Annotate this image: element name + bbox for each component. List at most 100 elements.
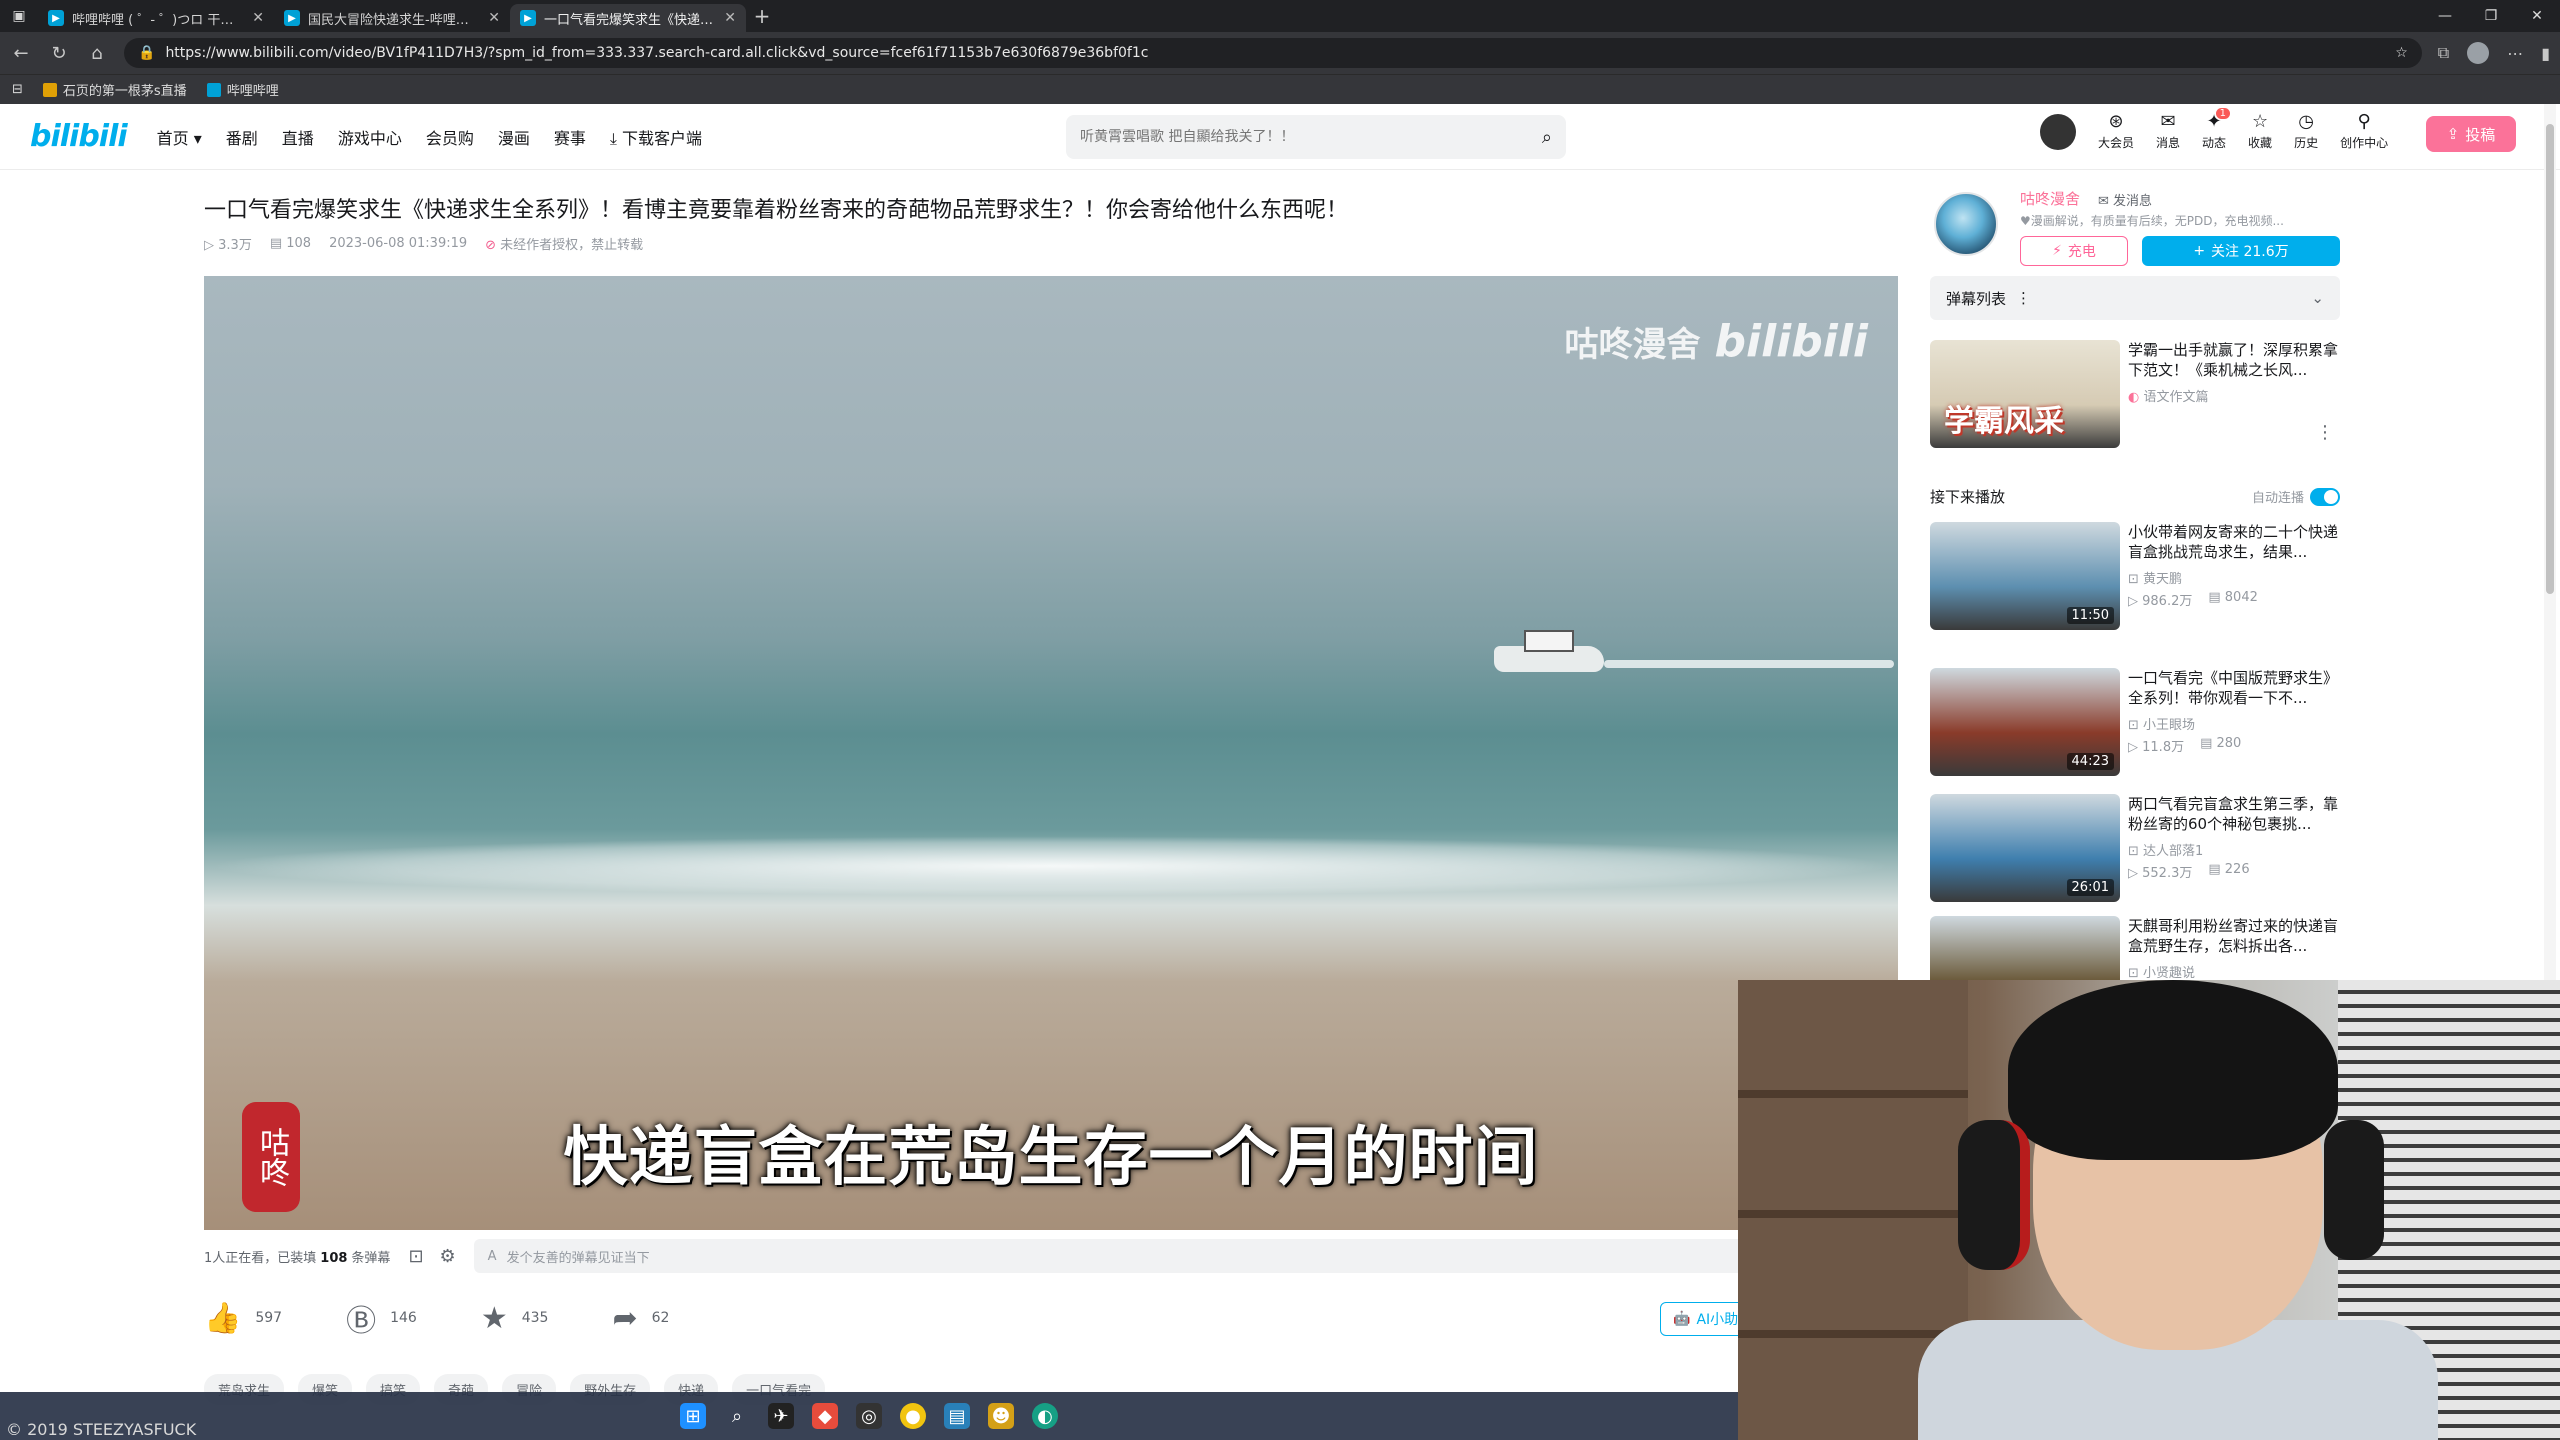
browser-tab-3[interactable]: ▶ 一口气看完爆笑求生《快递求生全系列》 ✕ bbox=[510, 4, 746, 32]
play-count-icon: ▷ bbox=[2128, 866, 2143, 881]
header-item-label: 动态 bbox=[2202, 136, 2227, 150]
extensions-icon[interactable]: ⧉ bbox=[2438, 43, 2449, 63]
close-tab-icon[interactable]: ✕ bbox=[724, 10, 736, 26]
more-menu-icon[interactable]: ⋯ bbox=[2507, 44, 2523, 63]
reload-icon[interactable]: ↻ bbox=[48, 43, 70, 64]
bilibili-logo[interactable]: bilibili bbox=[30, 119, 128, 154]
danmaku-loaded-count: 108 bbox=[320, 1250, 348, 1266]
ad-card[interactable]: 学霸风采 学霸一出手就赢了！深厚积累拿下范文！《乘机械之长风... ◐ 语文作文… bbox=[1930, 340, 2340, 448]
send-message-label: 发消息 bbox=[2113, 194, 2153, 209]
watermark-logo: bilibili bbox=[1714, 316, 1868, 367]
video-uploader[interactable]: ⊡ 达人部落1 bbox=[2128, 840, 2203, 859]
ad-title[interactable]: 学霸一出手就赢了！深厚积累拿下范文！《乘机械之长风... bbox=[2128, 340, 2338, 380]
tab-search-icon[interactable]: ⊟ bbox=[12, 82, 23, 97]
uploader-name[interactable]: 咕咚漫舍 bbox=[2020, 188, 2080, 209]
video-title[interactable]: 天麒哥利用粉丝寄过来的快递盲盒荒野生存，怎料拆出各... bbox=[2128, 916, 2338, 956]
more-vertical-icon[interactable]: ⋮ bbox=[2016, 289, 2031, 307]
video-uploader[interactable]: ⊡ 小王眼场 bbox=[2128, 714, 2195, 733]
bookmark-item[interactable]: 哔哩哔哩 bbox=[206, 80, 279, 99]
nav-game-center[interactable]: 游戏中心 bbox=[338, 125, 402, 149]
app-icon[interactable]: ◎ bbox=[856, 1403, 882, 1429]
browser-tab-2[interactable]: ▶ 国民大冒险快递求生-哔哩哔哩_bilibili ✕ bbox=[274, 4, 510, 32]
video-uploader[interactable]: ⊡ 黄天鹏 bbox=[2128, 568, 2182, 587]
bookmark-item[interactable]: 石页的第一根茅s直播 bbox=[42, 80, 187, 99]
nav-manga[interactable]: 漫画 bbox=[498, 125, 530, 149]
chrome-icon[interactable]: ● bbox=[900, 1403, 926, 1429]
header-item-label: 收藏 bbox=[2248, 136, 2273, 150]
more-vertical-icon[interactable]: ⋮ bbox=[2316, 422, 2334, 443]
danmaku-toggle-icon[interactable]: ⊡ bbox=[408, 1246, 423, 1267]
search-icon[interactable]: ⌕ bbox=[724, 1403, 750, 1429]
main-nav: 首页 ▾ 番剧 直播 游戏中心 会员购 漫画 赛事 ⤓ 下载客户端 bbox=[157, 125, 702, 149]
recommended-video-card[interactable]: 11:50 小伙带着网友寄来的二十个快递盲盒挑战荒岛求生，结果... ⊡ 黄天鹏 ▷ … bbox=[1930, 522, 2340, 630]
text-style-icon[interactable]: A bbox=[488, 1249, 497, 1264]
nav-home[interactable]: 首页 ▾ bbox=[157, 125, 202, 149]
app-icon[interactable]: ☻ bbox=[988, 1403, 1014, 1429]
recommended-video-card[interactable]: 26:01 两口气看完盲盒求生第三季，靠粉丝寄的60个神秘包裹挑... ⊡ 达人部落… bbox=[1930, 794, 2340, 902]
nav-live[interactable]: 直播 bbox=[282, 125, 314, 149]
start-menu-icon[interactable]: ⊞ bbox=[680, 1403, 706, 1429]
autoplay-toggle[interactable] bbox=[2310, 487, 2340, 506]
nav-download-client[interactable]: ⤓ 下载客户端 bbox=[610, 125, 702, 149]
close-window-icon[interactable]: ✕ bbox=[2514, 8, 2560, 24]
scrollbar-thumb[interactable] bbox=[2546, 124, 2554, 594]
app-icon[interactable]: ◆ bbox=[812, 1403, 838, 1429]
header-favorites[interactable]: ☆ 收藏 bbox=[2248, 112, 2272, 151]
header-creator-center[interactable]: ⚲ 创作中心 bbox=[2340, 112, 2388, 151]
up-next-label: 接下来播放 bbox=[1930, 488, 2006, 506]
watching-prefix: 1人正在看，已装填 bbox=[204, 1250, 317, 1266]
header-vip[interactable]: ⊛ 大会员 bbox=[2098, 112, 2134, 151]
charge-button[interactable]: ⚡ 充电 bbox=[2020, 236, 2128, 266]
favorite-button[interactable]: ★ 435 bbox=[481, 1301, 549, 1336]
new-tab-button[interactable]: + bbox=[746, 4, 778, 28]
like-button[interactable]: 👍 597 bbox=[204, 1301, 282, 1336]
header-dynamic[interactable]: 1 ✦ 动态 bbox=[2202, 108, 2231, 151]
danmaku-input-box[interactable]: A 发个友善的弹幕见证当下 bbox=[473, 1239, 1898, 1273]
nav-esports[interactable]: 赛事 bbox=[554, 125, 586, 149]
video-uploader[interactable]: ⊡ 小贤趣说 bbox=[2128, 962, 2195, 981]
recommended-video-card[interactable]: 44:23 一口气看完《中国版荒野求生》全系列！带你观看一下不... ⊡ 小王眼场 ▷… bbox=[1930, 668, 2340, 776]
share-button[interactable]: ➦ 62 bbox=[612, 1301, 669, 1336]
video-thumbnail[interactable]: 44:23 bbox=[1930, 668, 2120, 776]
video-player[interactable]: 咕咚漫舍 bilibili 咕咚 快递盲盒在荒岛生存一个月的时间 bbox=[204, 276, 1898, 1230]
video-title[interactable]: 一口气看完《中国版荒野求生》全系列！带你观看一下不... bbox=[2128, 668, 2338, 708]
send-message-link[interactable]: ✉ 发消息 bbox=[2098, 190, 2152, 209]
video-stats: ▷ 11.8万 ▤ 280 bbox=[2128, 736, 2241, 755]
video-title[interactable]: 两口气看完盲盒求生第三季，靠粉丝寄的60个神秘包裹挑... bbox=[2128, 794, 2338, 834]
user-avatar[interactable] bbox=[2040, 113, 2076, 150]
video-title[interactable]: 小伙带着网友寄来的二十个快递盲盒挑战荒岛求生，结果... bbox=[2128, 522, 2338, 562]
app-icon[interactable]: ✈ bbox=[768, 1403, 794, 1429]
home-icon[interactable]: ⌂ bbox=[86, 43, 108, 64]
uploader-avatar[interactable] bbox=[1934, 192, 1998, 256]
url-field[interactable]: 🔒 https://www.bilibili.com/video/BV1fP41… bbox=[124, 38, 2422, 68]
minimize-icon[interactable]: — bbox=[2422, 8, 2468, 24]
bookmark-star-icon[interactable]: ☆ bbox=[2395, 45, 2408, 61]
danmaku-list-dropdown[interactable]: 弹幕列表 ⋮ ⌄ bbox=[1930, 276, 2340, 320]
nav-anime[interactable]: 番剧 bbox=[226, 125, 258, 149]
profile-avatar[interactable] bbox=[2467, 42, 2490, 64]
follow-button[interactable]: + 关注 21.6万 bbox=[2142, 236, 2340, 266]
sidebar-toggle-icon[interactable]: ▮ bbox=[2541, 44, 2550, 63]
copyright-notice: ⊘ 未经作者授权，禁止转载 bbox=[485, 234, 643, 253]
edge-icon[interactable]: ◐ bbox=[1032, 1403, 1058, 1429]
nav-shop[interactable]: 会员购 bbox=[426, 125, 474, 149]
restore-icon[interactable]: ❐ bbox=[2468, 8, 2514, 24]
close-tab-icon[interactable]: ✕ bbox=[488, 10, 500, 26]
window-menu-icon[interactable]: ▣ bbox=[0, 0, 38, 32]
header-history[interactable]: ◷ 历史 bbox=[2294, 112, 2318, 151]
browser-tab-1[interactable]: ▶ 哔哩哔哩 ( ゜- ゜)つロ 干杯~-bilibili ✕ bbox=[38, 4, 274, 32]
search-input[interactable] bbox=[1080, 129, 1542, 145]
upload-button[interactable]: ⇪ 投稿 bbox=[2426, 116, 2516, 152]
header-messages[interactable]: ✉ 消息 bbox=[2156, 112, 2180, 151]
video-thumbnail[interactable]: 26:01 bbox=[1930, 794, 2120, 902]
search-icon[interactable]: ⌕ bbox=[1542, 127, 1552, 148]
danmaku-settings-icon[interactable]: ⚙ bbox=[440, 1246, 456, 1267]
coin-button[interactable]: Ⓑ 146 bbox=[346, 1296, 417, 1340]
no-repost-icon: ⊘ bbox=[485, 238, 497, 253]
notepad-icon[interactable]: ▤ bbox=[944, 1403, 970, 1429]
ad-thumbnail[interactable]: 学霸风采 bbox=[1930, 340, 2120, 448]
header-item-label: 历史 bbox=[2294, 136, 2319, 150]
video-thumbnail[interactable]: 11:50 bbox=[1930, 522, 2120, 630]
back-icon[interactable]: ← bbox=[10, 43, 32, 64]
close-tab-icon[interactable]: ✕ bbox=[252, 10, 264, 26]
